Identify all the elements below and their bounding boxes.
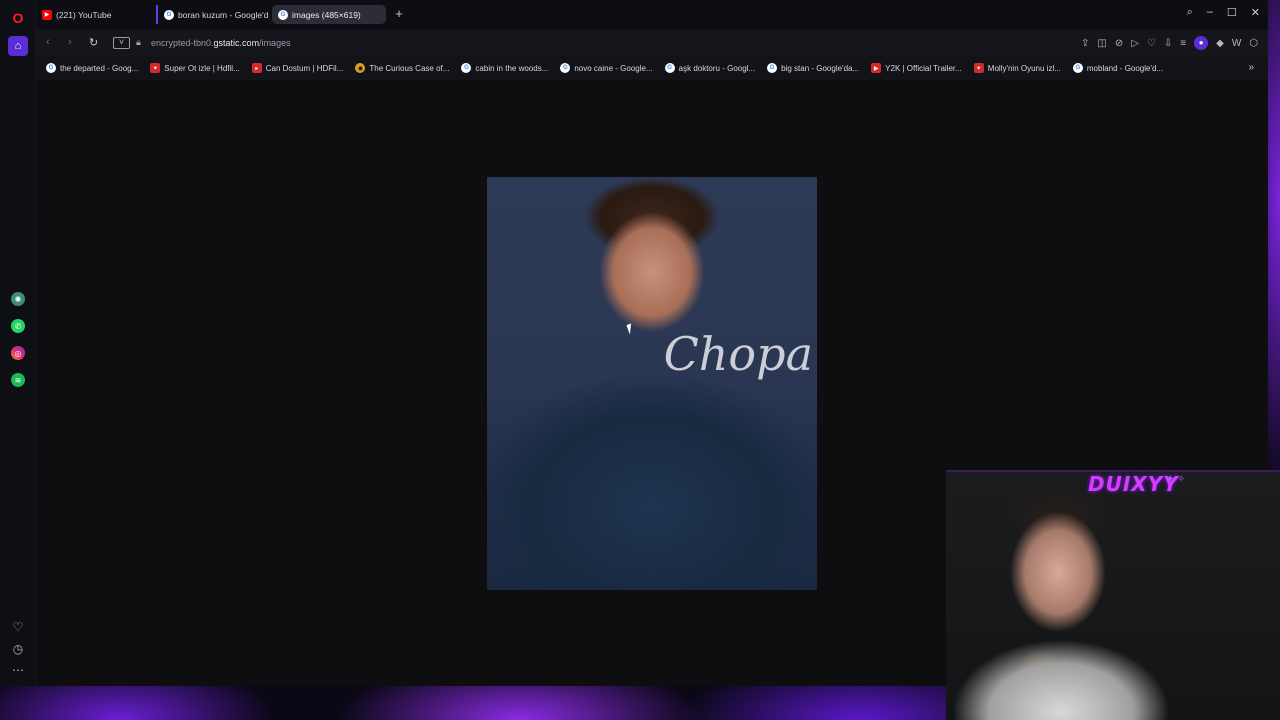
bookmark-item[interactable]: Gaşk doktoru - Googl... — [664, 63, 756, 73]
reload-icon[interactable]: ↻ — [89, 36, 98, 49]
address-bar-row: ‹ › ↻ V 🔒︎ encrypted-tbn0.gstatic.com/im… — [36, 30, 1268, 56]
minimize-icon[interactable]: – — [1207, 6, 1213, 19]
bookmark-label: Molly'nin Oyunu izl... — [987, 63, 1061, 73]
home-icon[interactable]: ⌂ — [8, 36, 28, 56]
youtube-icon: ▶ — [42, 9, 52, 20]
google-icon: G — [560, 63, 571, 73]
bookmark-item[interactable]: Gnovo caine - Google... — [560, 63, 653, 73]
lock-icon[interactable]: 🔒︎ — [136, 37, 141, 48]
spotify-icon[interactable]: ≋ — [11, 373, 25, 387]
hdfilm-icon: ✦ — [973, 63, 984, 73]
whatsapp-icon[interactable]: ✆ — [11, 319, 25, 333]
extension-icon[interactable]: ◆ — [1216, 38, 1224, 49]
bookmark-item[interactable]: ◉ The Curious Case of... — [355, 63, 449, 73]
url-path: /images — [259, 38, 291, 48]
google-icon: G — [164, 9, 174, 20]
close-icon[interactable]: ✕ — [1251, 6, 1260, 19]
forward-icon[interactable]: › — [68, 36, 72, 48]
bookmark-label: novo caine - Google... — [574, 63, 653, 73]
bookmark-label: cabin in the woods... — [475, 63, 549, 73]
bookmark-item[interactable]: ✦ Molly'nin Oyunu izl... — [973, 63, 1061, 73]
url-prefix: encrypted-tbn0. — [151, 38, 214, 48]
bookmark-item[interactable]: ▸ Can Dostum | HDFil... — [251, 63, 344, 73]
back-icon[interactable]: ‹ — [46, 36, 50, 48]
google-icon: G — [664, 63, 675, 73]
bookmark-label: the departed - Goog... — [60, 63, 139, 73]
tab-youtube[interactable]: ▶ (221) YouTube — [36, 5, 146, 24]
camera-icon[interactable]: ◫ — [1097, 38, 1106, 49]
new-tab-button[interactable]: + — [392, 7, 406, 21]
tab-label: (221) YouTube — [56, 9, 112, 20]
bookmark-label: big stan - Google'da... — [781, 63, 860, 73]
webcam-overlay: DUIXYY ✦ ✧ — [946, 470, 1280, 720]
opera-logo-icon[interactable]: O — [10, 10, 26, 26]
google-icon: G — [278, 9, 288, 20]
url-host: gstatic.com — [213, 38, 260, 48]
chatgpt-icon[interactable]: ✺ — [11, 292, 25, 306]
bookmark-label: Y2K | Official Trailer... — [885, 63, 962, 73]
hdfilm-icon: ▸ — [251, 63, 262, 73]
address-field[interactable]: encrypted-tbn0.gstatic.com/images — [151, 38, 291, 48]
more-bookmarks-icon[interactable]: » — [1248, 62, 1254, 73]
share-icon[interactable]: ⇪ — [1081, 38, 1089, 49]
extensions-icon[interactable]: ⬡ — [1249, 38, 1258, 49]
bookmark-item[interactable]: Gthe departed - Goog... — [46, 63, 138, 73]
bookmark-item[interactable]: Gbig stan - Google'da... — [767, 63, 859, 73]
bookmark-label: Can Dostum | HDFil... — [265, 63, 344, 73]
sparkle-icon: ✦ ✧ — [1166, 474, 1186, 485]
site-icon: ◉ — [355, 63, 366, 73]
instagram-icon[interactable]: ◎ — [11, 346, 25, 360]
tab-images-active[interactable]: G images (485×619) — [272, 5, 386, 24]
youtube-icon: ▶ — [871, 63, 882, 73]
tab-label: images (485×619) — [292, 9, 361, 20]
download-icon[interactable]: ⇩ — [1164, 38, 1172, 49]
tab-label: boran kuzum - Google'da — [178, 9, 268, 20]
bookmark-item[interactable]: Gcabin in the woods... — [461, 63, 548, 73]
bookmark-item[interactable]: ▶ Y2K | Official Trailer... — [871, 63, 962, 73]
wallet-icon[interactable]: W — [1232, 38, 1241, 49]
more-icon[interactable]: ⋯ — [10, 662, 26, 678]
history-icon[interactable]: ◷ — [10, 641, 26, 657]
bookmark-item[interactable]: ✦ Super Ot izle | Hdfil... — [150, 63, 240, 73]
google-icon: G — [461, 63, 472, 73]
opera-sidebar: O ⌂ ✺ ✆ ◎ ≋ ♡ ◷ ⋯ — [0, 0, 36, 686]
adblock-icon[interactable]: ⊘ — [1115, 38, 1123, 49]
google-icon: G — [1072, 63, 1083, 73]
google-icon: G — [46, 63, 56, 73]
heart-icon[interactable]: ♡ — [1147, 38, 1156, 49]
bookmark-item[interactable]: Gmobland - Google'd... — [1072, 63, 1164, 73]
vpn-badge[interactable]: V — [113, 37, 130, 49]
search-tabs-icon[interactable]: ⌕ — [1187, 6, 1193, 19]
heart-icon[interactable]: ♡ — [10, 619, 26, 635]
google-icon: G — [767, 63, 778, 73]
bookmark-label: mobland - Google'd... — [1086, 63, 1164, 73]
tab-strip: ▶ (221) YouTube G boran kuzum - Google'd… — [36, 0, 1268, 30]
displayed-image[interactable]: Chopa — [487, 177, 817, 590]
profile-icon[interactable]: ● — [1194, 36, 1209, 50]
address-bar-actions: ⇪ ◫ ⊘ ▷ ♡ ⇩ ≡ ● ◆ W ⬡ — [1081, 36, 1258, 50]
maximize-icon[interactable]: ☐ — [1227, 6, 1237, 19]
bookmark-label: The Curious Case of... — [369, 63, 450, 73]
menu-icon[interactable]: ≡ — [1180, 38, 1186, 49]
tab-google-search[interactable]: G boran kuzum - Google'da — [156, 5, 268, 24]
player-icon[interactable]: ▷ — [1131, 38, 1139, 49]
hdfilm-icon: ✦ — [150, 63, 161, 73]
window-controls: ⌕ – ☐ ✕ — [1187, 6, 1260, 19]
bookmark-label: Super Ot izle | Hdfil... — [164, 63, 240, 73]
image-background-text: Chopa — [663, 327, 813, 381]
bookmark-label: aşk doktoru - Googl... — [678, 63, 756, 73]
bookmarks-bar: Gthe departed - Goog... ✦ Super Ot izle |… — [36, 56, 1268, 80]
